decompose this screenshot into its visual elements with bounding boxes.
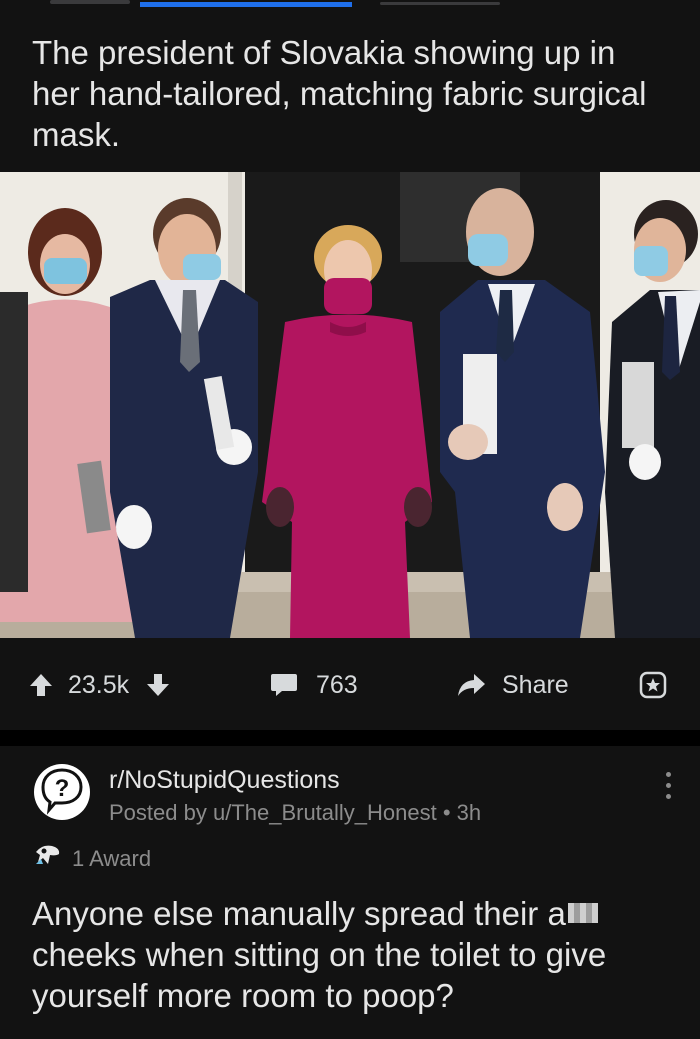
comments-button[interactable]: 763 [270, 655, 358, 715]
svg-text:?: ? [55, 775, 70, 802]
vote-score: 23.5k [68, 670, 130, 699]
subreddit-name[interactable]: r/NoStupidQuestions [109, 766, 340, 795]
share-label: Share [502, 670, 569, 699]
award-count: 1 Award [72, 846, 152, 871]
arrow-down-icon[interactable] [145, 672, 171, 698]
header-link-underline [140, 2, 352, 7]
post-title-2[interactable]: Anyone else manually spread their a chee… [32, 893, 672, 1016]
share-arrow-icon [456, 672, 486, 698]
award-badge-icon [32, 842, 62, 876]
censor-blur [567, 903, 598, 924]
comment-count: 763 [316, 670, 358, 699]
post-title-2-end: cheeks when sitting on the toilet to giv… [32, 936, 607, 1014]
post-image[interactable] [0, 172, 700, 638]
award-icon [638, 670, 668, 700]
post-title-2-start: Anyone else manually spread their a [32, 895, 566, 932]
award-row[interactable]: 1 Award [32, 842, 151, 876]
subreddit-avatar[interactable]: ? [34, 764, 90, 820]
post-card-2: ? r/NoStupidQuestions Posted by u/The_Br… [0, 746, 700, 1039]
post-photo-illustration [0, 172, 700, 638]
post-title[interactable]: The president of Slovakia showing up in … [32, 32, 662, 155]
vote-group: 23.5k [28, 655, 171, 715]
post-card-1: The president of Slovakia showing up in … [0, 0, 700, 730]
previous-header-strip [0, 0, 700, 10]
header-text-fragment [50, 0, 130, 4]
kebab-menu-icon[interactable] [660, 772, 676, 808]
award-button[interactable] [638, 655, 668, 715]
post-action-bar: 23.5k 763 Share [0, 655, 700, 715]
post-meta[interactable]: Posted by u/The_Brutally_Honest • 3h [109, 800, 481, 826]
share-button[interactable]: Share [456, 655, 569, 715]
header-text-fragment [380, 2, 500, 5]
post-separator [0, 730, 700, 746]
comment-bubble-icon [270, 672, 298, 698]
question-mark-icon: ? [37, 765, 87, 820]
arrow-up-icon[interactable] [28, 672, 54, 698]
